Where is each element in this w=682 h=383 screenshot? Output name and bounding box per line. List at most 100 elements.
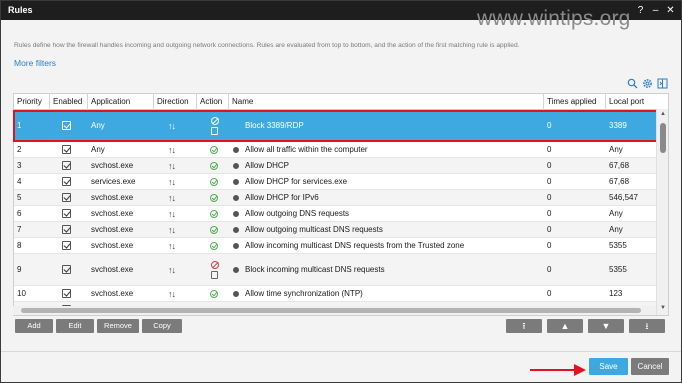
move-top-button[interactable]: ⭱ xyxy=(506,319,542,333)
col-name[interactable]: Name xyxy=(229,94,544,110)
move-up-button[interactable]: ▲ xyxy=(547,319,583,333)
vertical-scroll-thumb[interactable] xyxy=(660,123,666,153)
settings-icon[interactable] xyxy=(642,78,653,89)
rule-name: Allow DHCP for services.exe xyxy=(245,177,348,186)
enabled-checkbox[interactable] xyxy=(62,241,71,250)
cell-priority: 2 xyxy=(17,145,22,154)
horizontal-scrollbar[interactable] xyxy=(13,306,656,315)
cell-times-applied: 0 xyxy=(547,161,552,170)
direction-in-icon: ↑↓ xyxy=(168,264,176,275)
window-title: Rules xyxy=(8,5,33,15)
direction-both-icon: ↑↓ xyxy=(168,288,176,299)
horizontal-scroll-thumb[interactable] xyxy=(21,308,641,313)
cell-application: svchost.exe xyxy=(91,289,134,298)
rule-status-icon xyxy=(233,146,239,153)
export-icon[interactable] xyxy=(657,78,668,89)
enabled-checkbox[interactable] xyxy=(62,145,71,154)
cell-times-applied: 0 xyxy=(547,225,552,234)
cell-direction: ↑↓ xyxy=(154,286,197,301)
cell-action xyxy=(197,254,229,285)
more-filters-link[interactable]: More filters xyxy=(14,58,56,68)
rule-name: Allow all traffic within the computer xyxy=(245,145,368,154)
cell-action xyxy=(197,222,229,237)
table-row[interactable]: 3 svchost.exe ↑↓ Allow DHCP 0 67,68 xyxy=(14,158,657,174)
allow-icon xyxy=(210,241,218,250)
cell-action xyxy=(197,142,229,157)
enabled-checkbox[interactable] xyxy=(62,209,71,218)
move-down-button[interactable]: ▼ xyxy=(588,319,624,333)
cell-direction: ↑↓ xyxy=(154,190,197,205)
col-action[interactable]: Action xyxy=(197,94,229,110)
enabled-checkbox[interactable] xyxy=(62,193,71,202)
enabled-checkbox[interactable] xyxy=(62,225,71,234)
cell-direction: ↑↓ xyxy=(154,142,197,157)
table-row[interactable]: 4 services.exe ↑↓ Allow DHCP for services.e… xyxy=(14,174,657,190)
col-application[interactable]: Application xyxy=(88,94,154,110)
cell-priority: 9 xyxy=(17,265,22,274)
search-icon[interactable] xyxy=(627,78,638,89)
cancel-button[interactable]: Cancel xyxy=(631,358,669,375)
help-button[interactable]: ? xyxy=(634,4,647,17)
cell-local-port: 5355 xyxy=(609,265,627,274)
rules-window: Rules ? – ✕ www.wintips.org Rules define… xyxy=(0,0,682,383)
scroll-up-icon[interactable]: ▲ xyxy=(660,111,666,117)
enabled-checkbox[interactable] xyxy=(62,161,71,170)
close-button[interactable]: ✕ xyxy=(664,4,677,17)
table-row[interactable]: 8 svchost.exe ↑↓ Allow incoming multicast D… xyxy=(14,238,657,254)
cell-enabled xyxy=(50,174,88,189)
add-button[interactable]: Add xyxy=(15,319,53,333)
table-row[interactable]: 2 Any ↑↓ Allow all traffic within the compu… xyxy=(14,142,657,158)
table-row[interactable]: 6 svchost.exe ↑↓ Allow outgoing DNS request… xyxy=(14,206,657,222)
minimize-button[interactable]: – xyxy=(649,4,662,17)
highlight-box xyxy=(13,110,659,142)
block-icon xyxy=(211,260,219,269)
cell-local-port: Any xyxy=(609,209,623,218)
vertical-scrollbar[interactable]: ▲ ▼ xyxy=(656,109,668,315)
rule-name: Allow DHCP for IPv6 xyxy=(245,193,319,202)
col-times-applied[interactable]: Times applied xyxy=(544,94,606,110)
table-row[interactable]: 7 svchost.exe ↑↓ Allow outgoing multicast D… xyxy=(14,222,657,238)
scroll-down-icon[interactable]: ▼ xyxy=(660,305,666,311)
remove-button[interactable]: Remove xyxy=(97,319,139,333)
cell-application: svchost.exe xyxy=(91,241,134,250)
col-enabled[interactable]: Enabled xyxy=(50,94,88,110)
cell-enabled xyxy=(50,238,88,253)
cell-enabled xyxy=(50,254,88,285)
allow-icon xyxy=(210,209,218,218)
col-priority[interactable]: Priority xyxy=(14,94,50,110)
cell-name: Block incoming multicast DNS requests xyxy=(229,254,544,285)
save-button[interactable]: Save xyxy=(589,358,628,375)
cell-action xyxy=(197,286,229,301)
edit-button[interactable]: Edit xyxy=(56,319,94,333)
table-row[interactable]: 5 svchost.exe ↑↓ Allow DHCP for IPv6 0 546,54… xyxy=(14,190,657,206)
copy-button[interactable]: Copy xyxy=(142,319,182,333)
ask-icon xyxy=(211,270,218,279)
cell-direction: ↑↓ xyxy=(154,174,197,189)
rule-name: Allow time synchronization (NTP) xyxy=(245,289,363,298)
cell-times-applied: 0 xyxy=(547,177,552,186)
cell-enabled xyxy=(50,190,88,205)
cell-direction: ↑↓ xyxy=(154,158,197,173)
move-bottom-button[interactable]: ⭳ xyxy=(629,319,665,333)
title-bar: Rules ? – ✕ xyxy=(1,1,681,20)
cell-local-port: Any xyxy=(609,145,623,154)
cell-name: Allow outgoing multicast DNS requests xyxy=(229,222,544,237)
rules-description: Rules define how the firewall handles in… xyxy=(14,42,520,49)
table-row[interactable]: 10 svchost.exe ↑↓ Allow time synchronizatio… xyxy=(14,286,657,302)
table-row[interactable]: 9 svchost.exe ↑↓ Block incoming multicast D… xyxy=(14,254,657,286)
footer-divider xyxy=(1,351,681,352)
rule-status-icon xyxy=(233,178,239,185)
allow-icon xyxy=(210,289,218,298)
cell-action xyxy=(197,174,229,189)
cell-action xyxy=(197,206,229,221)
cell-times-applied: 0 xyxy=(547,265,552,274)
col-local-port[interactable]: Local port xyxy=(606,94,668,110)
enabled-checkbox[interactable] xyxy=(62,289,71,298)
enabled-checkbox[interactable] xyxy=(62,177,71,186)
cell-application: Any xyxy=(91,145,105,154)
direction-both-icon: ↑↓ xyxy=(168,192,176,203)
col-direction[interactable]: Direction xyxy=(154,94,197,110)
enabled-checkbox[interactable] xyxy=(62,265,71,274)
direction-both-icon: ↑↓ xyxy=(168,144,176,155)
cell-action xyxy=(197,158,229,173)
